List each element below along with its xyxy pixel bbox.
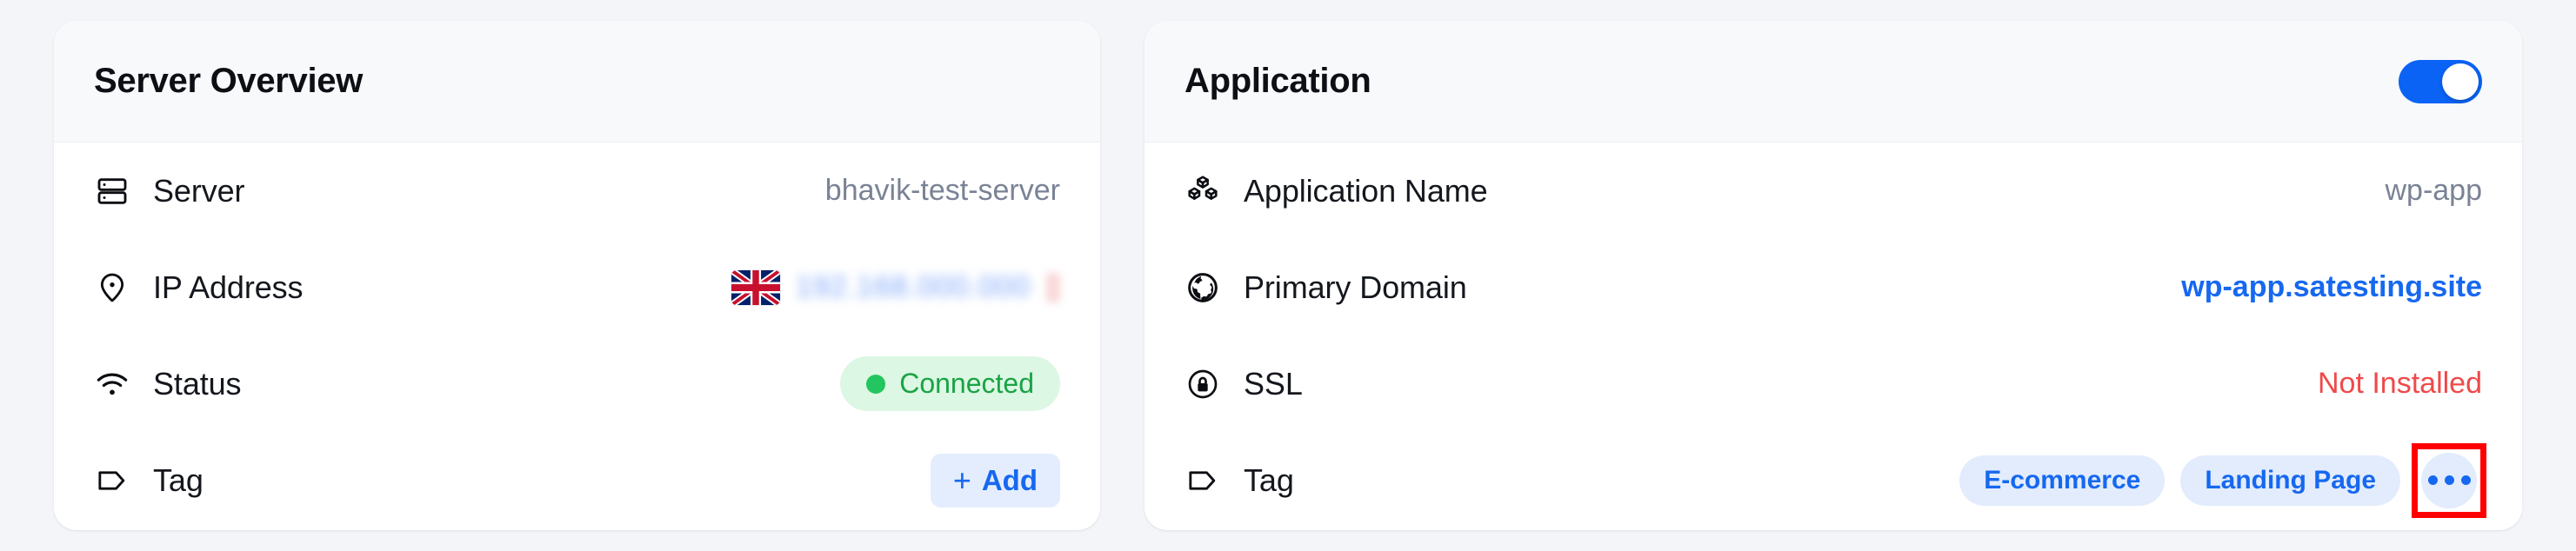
uk-flag-icon bbox=[731, 270, 780, 305]
server-overview-body: Server bhavik-test-server IP Address bbox=[54, 143, 1100, 530]
row-status: Status Connected bbox=[94, 335, 1060, 432]
row-application-name-left: Application Name bbox=[1185, 173, 1488, 209]
map-pin-icon bbox=[94, 269, 130, 306]
row-server: Server bhavik-test-server bbox=[94, 143, 1060, 239]
dashboard-overview-panels: Server Overview Server bbox=[0, 0, 2576, 551]
globe-icon bbox=[1185, 269, 1221, 306]
row-primary-domain-label: Primary Domain bbox=[1244, 269, 1467, 306]
row-primary-domain-left: Primary Domain bbox=[1185, 269, 1467, 306]
row-status-label: Status bbox=[153, 366, 241, 402]
row-ssl-left: SSL bbox=[1185, 366, 1303, 402]
row-application-name-right: wp-app bbox=[2385, 174, 2482, 208]
application-body: Application Name wp-app Prima bbox=[1145, 143, 2522, 530]
tag-icon bbox=[1185, 462, 1221, 499]
lock-circle-icon bbox=[1185, 366, 1221, 402]
ip-address-value: 192.168.000.000 bbox=[796, 270, 1031, 304]
dot-2-icon bbox=[2445, 475, 2454, 485]
row-status-right: Connected bbox=[840, 356, 1060, 411]
server-overview-header: Server Overview bbox=[54, 21, 1100, 143]
wifi-icon bbox=[94, 366, 130, 402]
row-ssl-right: Not Installed bbox=[2318, 367, 2482, 401]
plus-icon: + bbox=[953, 465, 971, 496]
row-application-name: Application Name wp-app bbox=[1185, 143, 2482, 239]
row-status-left: Status bbox=[94, 366, 241, 402]
row-ip-address-right: 192.168.000.000 bbox=[731, 270, 1060, 305]
server-overview-title: Server Overview bbox=[94, 62, 363, 101]
copy-ip-icon[interactable] bbox=[1046, 273, 1060, 302]
application-toggle[interactable] bbox=[2399, 60, 2482, 103]
server-name-value: bhavik-test-server bbox=[825, 174, 1060, 208]
status-badge: Connected bbox=[840, 356, 1060, 411]
add-tag-button[interactable]: + Add bbox=[931, 454, 1060, 508]
more-options-button[interactable] bbox=[2421, 453, 2477, 508]
add-tag-button-label: Add bbox=[982, 464, 1038, 497]
row-server-right: bhavik-test-server bbox=[825, 174, 1060, 208]
row-application-tag-label: Tag bbox=[1244, 462, 1294, 499]
more-options-wrapper bbox=[2416, 448, 2482, 514]
application-header: Application bbox=[1145, 21, 2522, 143]
row-ip-address: IP Address 192.168.000.000 bbox=[94, 239, 1060, 335]
boxes-icon bbox=[1185, 173, 1221, 209]
dot-3-icon bbox=[2461, 475, 2471, 485]
row-application-tag-right: E-commerce Landing Page bbox=[1959, 448, 2482, 514]
primary-domain-link[interactable]: wp-app.satesting.site bbox=[2181, 270, 2482, 304]
application-card: Application bbox=[1145, 21, 2522, 530]
status-dot-icon bbox=[866, 375, 885, 394]
row-ssl: SSL Not Installed bbox=[1185, 335, 2482, 432]
dot-1-icon bbox=[2428, 475, 2438, 485]
row-ip-address-label: IP Address bbox=[153, 269, 303, 306]
tag-chip-landing-page[interactable]: Landing Page bbox=[2180, 455, 2400, 506]
row-application-tag-left: Tag bbox=[1185, 462, 1294, 499]
status-badge-label: Connected bbox=[899, 368, 1034, 400]
row-server-tag: Tag + Add bbox=[94, 432, 1060, 528]
row-primary-domain-right: wp-app.satesting.site bbox=[2181, 270, 2482, 304]
ssl-status-value: Not Installed bbox=[2318, 367, 2482, 401]
row-server-tag-label: Tag bbox=[153, 462, 204, 499]
tag-icon bbox=[94, 462, 130, 499]
row-application-name-label: Application Name bbox=[1244, 173, 1488, 209]
server-icon bbox=[94, 173, 130, 209]
row-server-left: Server bbox=[94, 173, 244, 209]
row-ip-address-left: IP Address bbox=[94, 269, 303, 306]
row-primary-domain: Primary Domain wp-app.satesting.site bbox=[1185, 239, 2482, 335]
row-server-label: Server bbox=[153, 173, 244, 209]
row-server-tag-right: + Add bbox=[931, 454, 1060, 508]
application-title: Application bbox=[1185, 62, 1371, 101]
row-ssl-label: SSL bbox=[1244, 366, 1303, 402]
tag-chip-ecommerce[interactable]: E-commerce bbox=[1959, 455, 2165, 506]
row-server-tag-left: Tag bbox=[94, 462, 204, 499]
server-overview-card: Server Overview Server bbox=[54, 21, 1100, 530]
toggle-knob bbox=[2442, 63, 2479, 100]
row-application-tag: Tag E-commerce Landing Page bbox=[1185, 432, 2482, 528]
application-name-value: wp-app bbox=[2385, 174, 2482, 208]
